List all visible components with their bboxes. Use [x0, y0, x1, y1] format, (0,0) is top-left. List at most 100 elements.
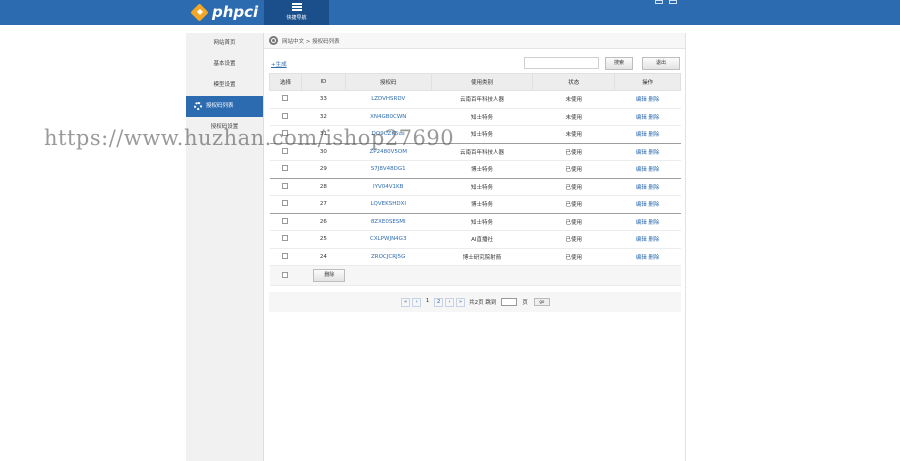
next-page-button[interactable]: › [445, 297, 455, 307]
page-number[interactable]: 2 [434, 297, 444, 307]
row-checkbox[interactable] [282, 182, 289, 189]
cell-code: IYV04V1KB [345, 178, 432, 196]
cell-status: 未使用 [532, 90, 615, 109]
row-actions[interactable]: 编辑 删除 [614, 143, 681, 161]
cell-status: 已使用 [532, 230, 615, 249]
menu-icon [291, 3, 302, 11]
row-checkbox[interactable] [282, 130, 289, 137]
table-row: 24 ZROCJCRJ5G 博士研究院射箭 已使用 编辑 删除 [269, 248, 681, 266]
row-checkbox[interactable] [282, 112, 289, 119]
row-checkbox[interactable] [282, 165, 289, 172]
cell-category: AI直播社 [431, 230, 533, 249]
top-navbar: ◆ phpci 快捷导航 [0, 0, 900, 25]
cell-id: 24 [301, 248, 346, 266]
table-row: 27 LQVEKSHDXI 博士特务 已使用 编辑 删除 [269, 195, 681, 214]
cell-status: 已使用 [532, 213, 615, 231]
sidebar-item-model-settings[interactable]: 模型设置 [186, 75, 263, 96]
row-actions[interactable]: 编辑 删除 [614, 90, 681, 109]
sidebar-item-basic-settings[interactable]: 基本设置 [186, 54, 263, 75]
delete-button[interactable]: 删除 [313, 269, 346, 282]
window-icon[interactable] [655, 0, 663, 4]
page-unit-label: 页 [522, 300, 528, 306]
table-row: 30 ZP2480V5OM 云南百年科技人器 已使用 编辑 删除 [269, 143, 681, 161]
cell-code: ZP2480V5OM [345, 143, 432, 161]
row-actions[interactable]: 编辑 删除 [614, 195, 681, 214]
logo-icon: ◆ [190, 2, 209, 22]
cell-id: 25 [301, 230, 346, 249]
cell-category: 知士特务 [431, 213, 533, 231]
select-all-checkbox[interactable] [282, 271, 289, 278]
sidebar-item-code-list[interactable]: 授权码列表 [186, 96, 263, 117]
cell-code: ZROCJCRJ5G [345, 248, 432, 266]
sidebar-item-home[interactable]: 网站首页 [186, 33, 263, 54]
cell-code: LZDVHSRDV [345, 90, 432, 109]
add-link[interactable]: +生成 [271, 60, 287, 68]
table-footer-row: 删除 [269, 265, 681, 286]
cell-code: CXLPWJN4G3 [345, 230, 432, 249]
table-row: 28 IYV04V1KB 知士特务 已使用 编辑 删除 [269, 178, 681, 196]
row-actions[interactable]: 编辑 删除 [614, 108, 681, 126]
go-button[interactable]: go [533, 298, 550, 306]
cell-code: S7J8V48DG1 [345, 160, 432, 179]
row-actions[interactable]: 编辑 删除 [614, 160, 681, 179]
sidebar-item-code-settings[interactable]: 授权码设置 [186, 117, 263, 138]
quick-nav-label: 快捷导航 [286, 15, 307, 21]
search-button[interactable]: 搜索 [605, 57, 633, 70]
cell-status: 已使用 [532, 160, 615, 179]
row-actions[interactable]: 编辑 删除 [614, 230, 681, 249]
table-row: 29 S7J8V48DG1 博士特务 已使用 编辑 删除 [269, 160, 681, 179]
prev-page-button[interactable]: ‹ [412, 297, 422, 307]
cell-category: 云南百年科技人器 [431, 90, 533, 109]
breadcrumb-text: 网站中文 > 授权码列表 [282, 38, 340, 45]
row-checkbox[interactable] [282, 252, 289, 259]
cell-status: 已使用 [532, 195, 615, 214]
cell-id: 33 [301, 90, 346, 109]
row-checkbox[interactable] [282, 95, 289, 102]
exit-button[interactable]: 退出 [642, 57, 680, 70]
cell-id: 30 [301, 143, 346, 161]
logo[interactable]: ◆ phpci [190, 2, 259, 22]
cell-id: 26 [301, 213, 346, 231]
cell-id: 32 [301, 108, 346, 126]
row-checkbox[interactable] [282, 235, 289, 242]
first-page-button[interactable]: « [401, 297, 411, 307]
column-header: 使用类别 [430, 73, 534, 91]
logo-mark-glyph: ◆ [196, 6, 203, 16]
cell-code: 8ZXE0SESMI [345, 213, 432, 231]
sidebar-item-label: 基本设置 [213, 61, 236, 67]
column-header: 选择 [269, 73, 302, 91]
row-checkbox[interactable] [282, 147, 289, 154]
home-icon [269, 36, 278, 45]
cell-category: 博士研究院射箭 [431, 248, 533, 266]
table-row: 26 8ZXE0SESMI 知士特务 已使用 编辑 删除 [269, 213, 681, 231]
toolbar: +生成 搜索 退出 [269, 57, 681, 71]
cell-status: 已使用 [532, 248, 615, 266]
column-header: 授权码 [344, 73, 432, 91]
row-checkbox[interactable] [282, 200, 289, 207]
table-header-row: 选择 ID 授权码 使用类别 状态 操作 [269, 73, 681, 91]
row-actions[interactable]: 编辑 删除 [614, 125, 681, 144]
logo-text: phpci [212, 3, 259, 21]
sidebar: 网站首页 基本设置 模型设置 授权码列表 授权码设置 [186, 33, 264, 461]
cell-status: 已使用 [532, 178, 615, 196]
cell-category: 博士特务 [431, 195, 533, 214]
search-input[interactable] [524, 57, 599, 69]
cell-category: 知士特务 [431, 125, 533, 144]
row-actions[interactable]: 编辑 删除 [614, 178, 681, 196]
table-row: 32 XN4GB0CWN 知士特务 未使用 编辑 删除 [269, 108, 681, 126]
cell-category: 知士特务 [431, 108, 533, 126]
cell-id: 28 [301, 178, 346, 196]
column-header: ID [300, 73, 346, 91]
cell-code: LQVEKSHDXI [345, 195, 432, 214]
row-actions[interactable]: 编辑 删除 [614, 248, 681, 266]
page-jump-input[interactable] [501, 298, 518, 306]
gear-icon [194, 102, 202, 110]
main-content: 网站中文 > 授权码列表 +生成 搜索 退出 选择 ID 授权码 使用类别 状态… [264, 33, 686, 461]
row-actions[interactable]: 编辑 删除 [614, 213, 681, 231]
window-icon[interactable] [669, 0, 677, 4]
last-page-button[interactable]: » [456, 297, 466, 307]
quick-nav-tab[interactable]: 快捷导航 [264, 0, 329, 25]
row-checkbox[interactable] [282, 217, 289, 224]
cell-id: 31 [301, 125, 346, 144]
cell-status: 未使用 [532, 125, 615, 144]
